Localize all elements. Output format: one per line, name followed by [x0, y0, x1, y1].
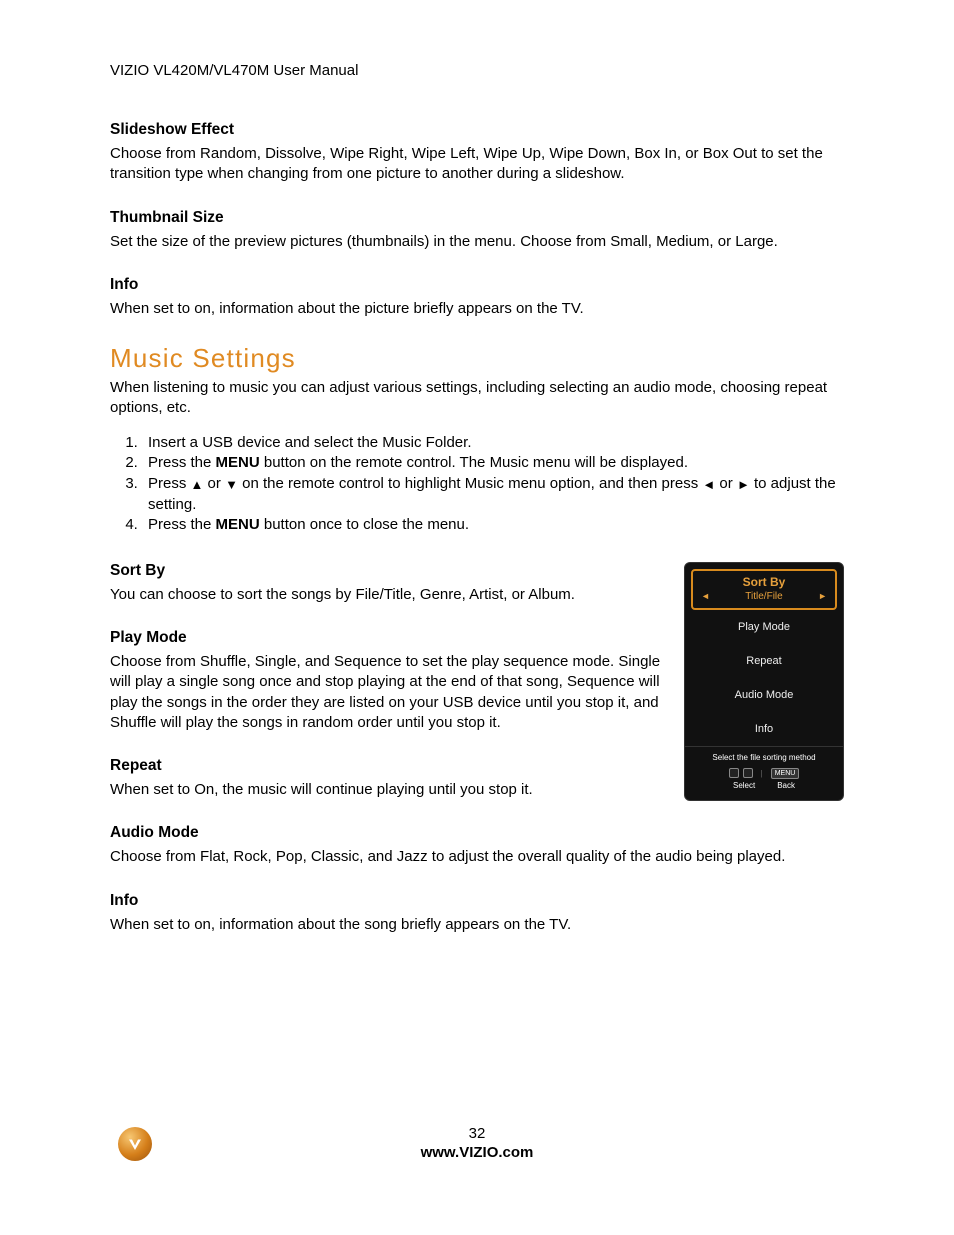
body-info-picture: When set to on, information about the pi…	[110, 299, 844, 319]
osd-left-btn-icon	[729, 768, 739, 778]
osd-footer: Select the file sorting method | MENU Se…	[685, 746, 843, 800]
step-3: Press ▲ or ▼ on the remote control to hi…	[142, 474, 844, 515]
body-sort-by: You can choose to sort the songs by File…	[110, 585, 666, 605]
body-slideshow-effect: Choose from Random, Dissolve, Wipe Right…	[110, 144, 844, 185]
osd-hint: Select the file sorting method	[693, 753, 835, 768]
osd-item-repeat: Repeat	[685, 644, 843, 678]
osd-menu-btn-icon: MENU	[771, 768, 800, 779]
heading-thumbnail-size: Thumbnail Size	[110, 209, 844, 227]
step-1: Insert a USB device and select the Music…	[142, 433, 844, 454]
osd-right-arrow-icon: ►	[818, 591, 827, 601]
osd-item-play-mode: Play Mode	[685, 610, 843, 644]
page-footer: 32 www.VIZIO.com	[0, 1125, 954, 1161]
step-2: Press the MENU button on the remote cont…	[142, 453, 844, 474]
body-audio-mode: Choose from Flat, Rock, Pop, Classic, an…	[110, 847, 844, 867]
heading-info-song: Info	[110, 892, 844, 910]
body-play-mode: Choose from Shuffle, Single, and Sequenc…	[110, 652, 666, 733]
osd-title: Sort By	[693, 575, 835, 589]
music-steps-list: Insert a USB device and select the Music…	[110, 433, 844, 536]
osd-item-info: Info	[685, 712, 843, 746]
osd-select-label: Select	[733, 781, 755, 790]
step-4: Press the MENU button once to close the …	[142, 515, 844, 536]
osd-selected-item: Sort By ◄ Title/File ►	[691, 569, 837, 610]
osd-back-label: Back	[777, 781, 795, 790]
heading-sort-by: Sort By	[110, 562, 666, 580]
heading-audio-mode: Audio Mode	[110, 824, 844, 842]
body-info-song: When set to on, information about the so…	[110, 915, 844, 935]
heading-repeat: Repeat	[110, 757, 666, 775]
up-arrow-icon: ▲	[191, 477, 204, 492]
down-arrow-icon: ▼	[225, 477, 238, 492]
osd-item-audio-mode: Audio Mode	[685, 678, 843, 712]
page-number: 32	[0, 1125, 954, 1142]
manual-header: VIZIO VL420M/VL470M User Manual	[110, 62, 844, 79]
right-arrow-icon: ►	[737, 477, 750, 492]
osd-left-arrow-icon: ◄	[701, 591, 710, 601]
osd-menu-screenshot: Sort By ◄ Title/File ► Play Mode Repeat …	[684, 562, 844, 801]
body-repeat: When set to On, the music will continue …	[110, 780, 666, 800]
heading-music-settings: Music Settings	[110, 343, 844, 374]
osd-right-btn-icon	[743, 768, 753, 778]
heading-play-mode: Play Mode	[110, 629, 666, 647]
left-arrow-icon: ◄	[702, 477, 715, 492]
body-music-intro: When listening to music you can adjust v…	[110, 378, 844, 419]
heading-info-picture: Info	[110, 276, 844, 294]
heading-slideshow-effect: Slideshow Effect	[110, 121, 844, 139]
osd-subtitle: Title/File	[745, 591, 782, 602]
footer-url: www.VIZIO.com	[421, 1144, 534, 1161]
body-thumbnail-size: Set the size of the preview pictures (th…	[110, 232, 844, 252]
